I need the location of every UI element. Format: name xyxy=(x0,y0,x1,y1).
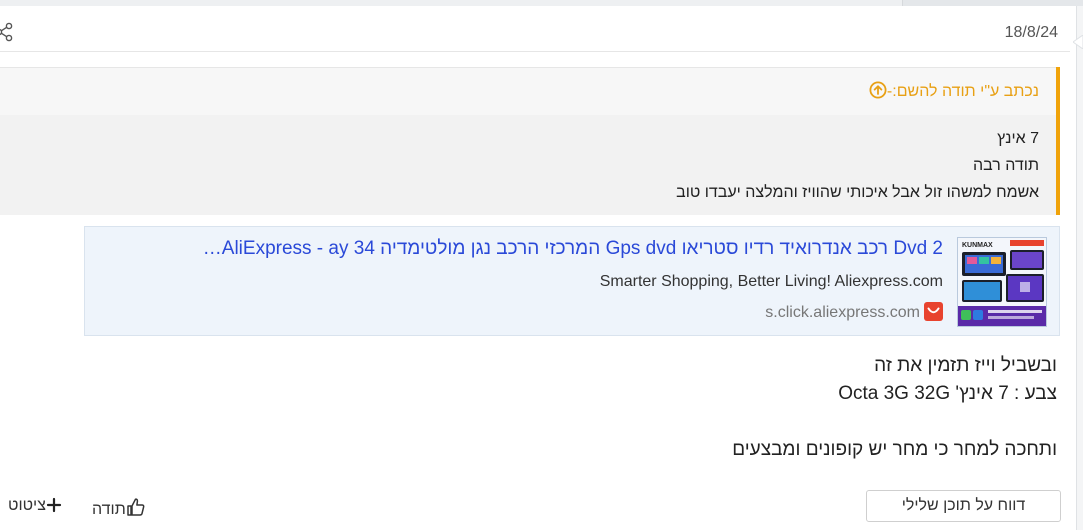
quote-line: 7 אינץ xyxy=(997,130,1039,147)
like-label: תודה xyxy=(92,501,126,518)
link-thumbnail[interactable]: KUNMAX xyxy=(957,237,1047,327)
quote-author-text: נכתב ע"י תודה להשם:- xyxy=(886,83,1039,100)
quote-author[interactable]: נכתב ע"י תודה להשם:- xyxy=(863,81,1039,101)
quote-line: תודה רבה xyxy=(973,157,1039,174)
link-host: s.click.aliexpress.com xyxy=(765,302,943,322)
quote-line: אשמח למשהו זול אבל איכותי שהוויז והמלצה … xyxy=(676,184,1039,201)
link-preview-card[interactable]: KUNMAX 2 Dvd רכב אנדרואיד רדיו סטריאו Gp… xyxy=(84,226,1060,336)
link-host-text: s.click.aliexpress.com xyxy=(765,304,920,321)
plus-icon xyxy=(46,497,62,514)
scrollbar[interactable] xyxy=(1076,6,1083,530)
quote-body: 7 אינץ תודה רבה אשמח למשהו זול אבל איכות… xyxy=(676,125,1039,206)
report-button[interactable]: דווח על תוכן שלילי xyxy=(866,490,1061,522)
quote-label: ציטוט xyxy=(8,497,46,514)
post-line: ותחכה למחר כי מחר יש קופונים ומבצעים xyxy=(732,439,1057,460)
post-body: ובשביל וייז תזמין את זה צבע : 7 אינץ' Oc… xyxy=(732,352,1057,464)
arrow-up-circle-icon[interactable] xyxy=(869,81,887,99)
caret-icon xyxy=(1072,34,1083,50)
post-line: צבע : 7 אינץ' Octa 3G 32G xyxy=(838,383,1057,404)
link-description: Smarter Shopping, Better Living! Aliexpr… xyxy=(599,273,943,290)
aliexpress-icon xyxy=(924,302,943,321)
link-title[interactable]: 2 Dvd רכב אנדרואיד רדיו סטריאו Gps dvd ה… xyxy=(93,238,943,260)
post-line: ובשביל וייז תזמין את זה xyxy=(874,355,1057,376)
post-header: 18/8/24 xyxy=(0,6,1070,52)
quote-block: נכתב ע"י תודה להשם:- 7 אינץ תודה רבה אשמ… xyxy=(0,67,1060,215)
like-button[interactable]: תודה xyxy=(92,497,146,519)
share-icon[interactable] xyxy=(0,22,14,42)
quote-button[interactable]: ציטוט xyxy=(8,497,62,515)
quote-header: נכתב ע"י תודה להשם:- xyxy=(0,67,1056,115)
svg-text:KUNMAX: KUNMAX xyxy=(962,242,993,249)
post-line-blank xyxy=(732,408,1057,436)
thumbs-up-icon xyxy=(126,498,146,518)
post-date: 18/8/24 xyxy=(1004,24,1058,41)
